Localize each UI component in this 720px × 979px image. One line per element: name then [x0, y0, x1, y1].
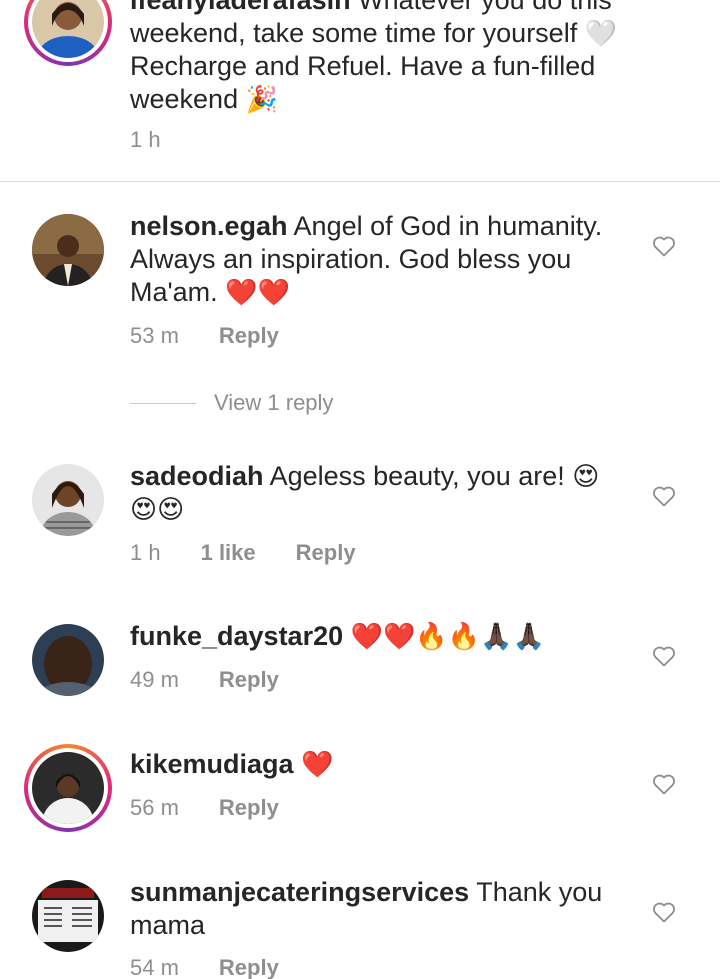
comment-emoji: ❤️❤️ — [225, 277, 290, 307]
like-heart-icon[interactable] — [652, 485, 676, 507]
replies-divider-line — [130, 402, 196, 404]
reply-button[interactable]: Reply — [219, 667, 279, 693]
comment-avatar[interactable] — [24, 744, 112, 832]
comment-text: sadeodiah Ageless beauty, you are! 😍 😍😍 — [130, 460, 630, 526]
comment-timestamp: 49 m — [130, 667, 179, 692]
post-caption: ifeanyiaderafasin Whatever you do this w… — [0, 0, 720, 182]
comment-timestamp: 56 m — [130, 795, 179, 820]
comment-timestamp: 53 m — [130, 323, 179, 348]
reply-button[interactable]: Reply — [296, 540, 356, 566]
caption-meta: 1 h — [130, 127, 161, 153]
like-heart-icon[interactable] — [652, 773, 676, 795]
comment-text: kikemudiaga ❤️ — [130, 748, 630, 781]
avatar-image — [32, 752, 104, 824]
comment-meta: 1 h 1 like Reply — [130, 540, 356, 566]
comment-body: Ageless beauty, you are! — [269, 461, 565, 491]
heart-outline-icon — [653, 236, 675, 257]
like-heart-icon[interactable] — [652, 901, 676, 923]
comment-emoji-2: 😍😍 — [130, 494, 185, 524]
avatar-image — [32, 624, 104, 696]
view-replies-button[interactable]: View 1 reply — [130, 390, 333, 416]
caption-body-2: Recharge and Refuel. Have a fun-filled w… — [130, 51, 596, 114]
comment-text: sunmanjecateringservices Thank you mama — [130, 876, 630, 942]
comment-avatar[interactable] — [32, 624, 104, 696]
comment-meta: 49 m Reply — [130, 667, 279, 693]
comment-emoji: ❤️❤️🔥🔥🙏🏿🙏🏿 — [350, 621, 545, 651]
avatar-image — [32, 464, 104, 536]
comment-emoji: ❤️ — [301, 749, 334, 779]
comment-avatar[interactable] — [32, 880, 104, 952]
comment-text: funke_daystar20 ❤️❤️🔥🔥🙏🏿🙏🏿 — [130, 620, 630, 653]
comment-avatar[interactable] — [32, 464, 104, 536]
comment-text: nelson.egah Angel of God in humanity. Al… — [130, 210, 630, 309]
reply-button[interactable]: Reply — [219, 955, 279, 979]
comment-username[interactable]: kikemudiaga — [130, 749, 294, 779]
caption-username[interactable]: ifeanyiaderafasin — [130, 0, 351, 15]
avatar-image — [32, 0, 104, 58]
reply-button[interactable]: Reply — [219, 323, 279, 349]
heart-outline-icon — [653, 902, 675, 923]
comment-username[interactable]: sadeodiah — [130, 461, 264, 491]
caption-emoji-heart: 🤍 — [584, 18, 618, 48]
comment-meta: 54 m Reply — [130, 955, 279, 979]
comment-meta: 56 m Reply — [130, 795, 279, 821]
comment-username[interactable]: funke_daystar20 — [130, 621, 343, 651]
caption-text: ifeanyiaderafasin Whatever you do this w… — [130, 0, 630, 116]
caption-author-avatar[interactable] — [24, 0, 112, 66]
comment-avatar[interactable] — [32, 214, 104, 286]
heart-outline-icon — [653, 646, 675, 667]
comment-timestamp: 1 h — [130, 540, 161, 565]
like-heart-icon[interactable] — [652, 235, 676, 257]
caption-timestamp: 1 h — [130, 127, 161, 152]
comment-username[interactable]: nelson.egah — [130, 211, 288, 241]
caption-emoji-party: 🎉 — [245, 84, 278, 114]
avatar-image — [32, 880, 104, 952]
comment-username[interactable]: sunmanjecateringservices — [130, 877, 469, 907]
comment-meta: 53 m Reply — [130, 323, 279, 349]
comment-timestamp: 54 m — [130, 955, 179, 979]
heart-outline-icon — [653, 774, 675, 795]
view-replies-label[interactable]: View 1 reply — [214, 390, 333, 416]
like-heart-icon[interactable] — [652, 645, 676, 667]
heart-outline-icon — [653, 486, 675, 507]
avatar-image — [32, 214, 104, 286]
like-count[interactable]: 1 like — [201, 540, 256, 566]
comment-emoji: 😍 — [572, 461, 600, 491]
reply-button[interactable]: Reply — [219, 795, 279, 821]
